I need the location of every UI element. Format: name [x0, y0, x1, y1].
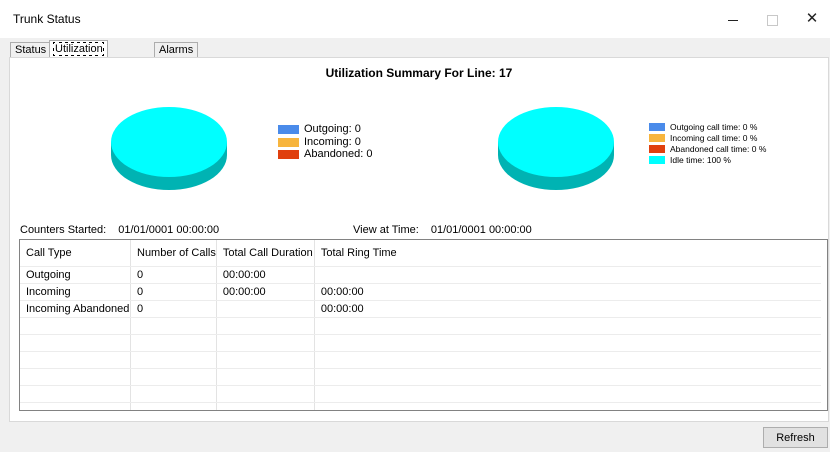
table-cell: [20, 317, 131, 335]
maximize-icon: [766, 14, 778, 26]
view-at-time: View at Time: 01/01/0001 00:00:00: [353, 224, 532, 236]
legend-label: Abandoned: 0: [304, 148, 373, 160]
call-stats-table: Call Type Number of Calls Total Call Dur…: [20, 240, 821, 410]
legend-label: Incoming: 0: [304, 135, 361, 148]
empty-table-row[interactable]: [20, 402, 821, 410]
table-cell: [314, 266, 821, 284]
legend-label: Abandoned call time: 0 %: [670, 144, 767, 154]
table-row[interactable]: Outgoing 0 00:00:00: [20, 266, 821, 284]
header-row: Call Type Number of Calls Total Call Dur…: [20, 240, 821, 267]
table-cell: [130, 368, 217, 386]
calls-pie-chart: [111, 107, 227, 190]
table-cell: [216, 351, 315, 369]
table-cell: 0: [130, 283, 217, 301]
utilization-panel: Utilization Summary For Line: 17 Outgoin…: [9, 57, 829, 422]
table-cell: Incoming Abandoned: [20, 300, 131, 318]
view-at-time-label: View at Time:: [353, 224, 419, 236]
title-bar: Trunk Status ✕: [0, 0, 830, 38]
column-header-number-of-calls[interactable]: Number of Calls: [130, 240, 217, 267]
legend-swatch: [278, 125, 299, 134]
legend-swatch: [278, 150, 299, 159]
empty-table-row[interactable]: [20, 334, 821, 352]
table-cell: [216, 385, 315, 403]
legend-label: Outgoing call time: 0 %: [670, 122, 758, 132]
legend-label: Idle time: 100 %: [670, 155, 731, 165]
column-header-total-call-duration[interactable]: Total Call Duration: [216, 240, 315, 267]
table-cell: [130, 334, 217, 352]
table-row[interactable]: Incoming Abandoned 0 00:00:00: [20, 300, 821, 318]
table-cell: 0: [130, 266, 217, 284]
close-button[interactable]: ✕: [797, 6, 827, 32]
table-cell: Outgoing: [20, 266, 131, 284]
table-cell: [216, 300, 315, 318]
table-cell: [216, 334, 315, 352]
grid-body: Outgoing 0 00:00:00 Incoming 0 00:00:00 00:00:…: [20, 266, 821, 410]
summary-heading: Utilization Summary For Line: 17: [325, 66, 513, 80]
table-cell: [314, 385, 821, 403]
table-cell: [20, 334, 131, 352]
minimize-button[interactable]: [718, 6, 748, 32]
tab-alarms[interactable]: Alarms: [154, 42, 199, 58]
table-cell: 00:00:00: [216, 283, 315, 301]
table-cell: [314, 402, 821, 410]
tab-status[interactable]: Status: [10, 42, 52, 58]
empty-table-row[interactable]: [20, 368, 821, 386]
table-cell: 00:00:00: [314, 283, 821, 301]
close-icon: ✕: [805, 10, 819, 27]
table-cell: 00:00:00: [216, 266, 315, 284]
table-cell: [130, 402, 217, 410]
table-cell: [20, 385, 131, 403]
legend-swatch: [649, 145, 665, 153]
window-title: Trunk Status: [13, 12, 81, 26]
legend-swatch: [278, 137, 299, 147]
column-header-total-ring-time[interactable]: Total Ring Time: [314, 240, 821, 267]
legend-swatch: [649, 156, 665, 164]
refresh-button[interactable]: Refresh: [763, 427, 828, 448]
minimize-icon: [728, 19, 738, 21]
table-cell: [216, 368, 315, 386]
table-cell: 00:00:00: [314, 300, 821, 318]
table-cell: Incoming: [20, 283, 131, 301]
view-at-time-value: 01/01/0001 00:00:00: [430, 224, 532, 236]
legend-label: Incoming call time: 0 %: [670, 133, 758, 143]
legend-label: Outgoing: 0: [304, 123, 361, 135]
table-cell: [130, 351, 217, 369]
counters-started: Counters Started: 01/01/0001 00:00:00: [20, 224, 219, 236]
table-cell: [314, 368, 821, 386]
table-cell: [20, 351, 131, 369]
table-cell: [216, 402, 315, 410]
table-cell: [20, 402, 131, 410]
table-cell: [314, 351, 821, 369]
table-cell: [314, 334, 821, 352]
empty-table-row[interactable]: [20, 317, 821, 335]
counters-started-label: Counters Started:: [20, 224, 107, 236]
empty-table-row[interactable]: [20, 351, 821, 369]
counters-started-value: 01/01/0001 00:00:00: [118, 224, 220, 236]
column-header-call-type[interactable]: Call Type: [20, 240, 131, 267]
call-stats-grid[interactable]: Call Type Number of Calls Total Call Dur…: [19, 239, 828, 411]
legend-swatch: [649, 134, 665, 142]
maximize-button[interactable]: [757, 6, 787, 32]
table-row[interactable]: Incoming 0 00:00:00 00:00:00: [20, 283, 821, 301]
table-cell: [20, 368, 131, 386]
table-cell: [314, 317, 821, 335]
time-pie-chart: [498, 107, 614, 190]
table-cell: [130, 317, 217, 335]
table-cell: [130, 385, 217, 403]
calls-pie-top: [111, 107, 227, 177]
legend-swatch: [649, 123, 665, 131]
table-cell: 0: [130, 300, 217, 318]
table-cell: [216, 317, 315, 335]
time-pie-top: [498, 107, 614, 177]
empty-table-row[interactable]: [20, 385, 821, 403]
